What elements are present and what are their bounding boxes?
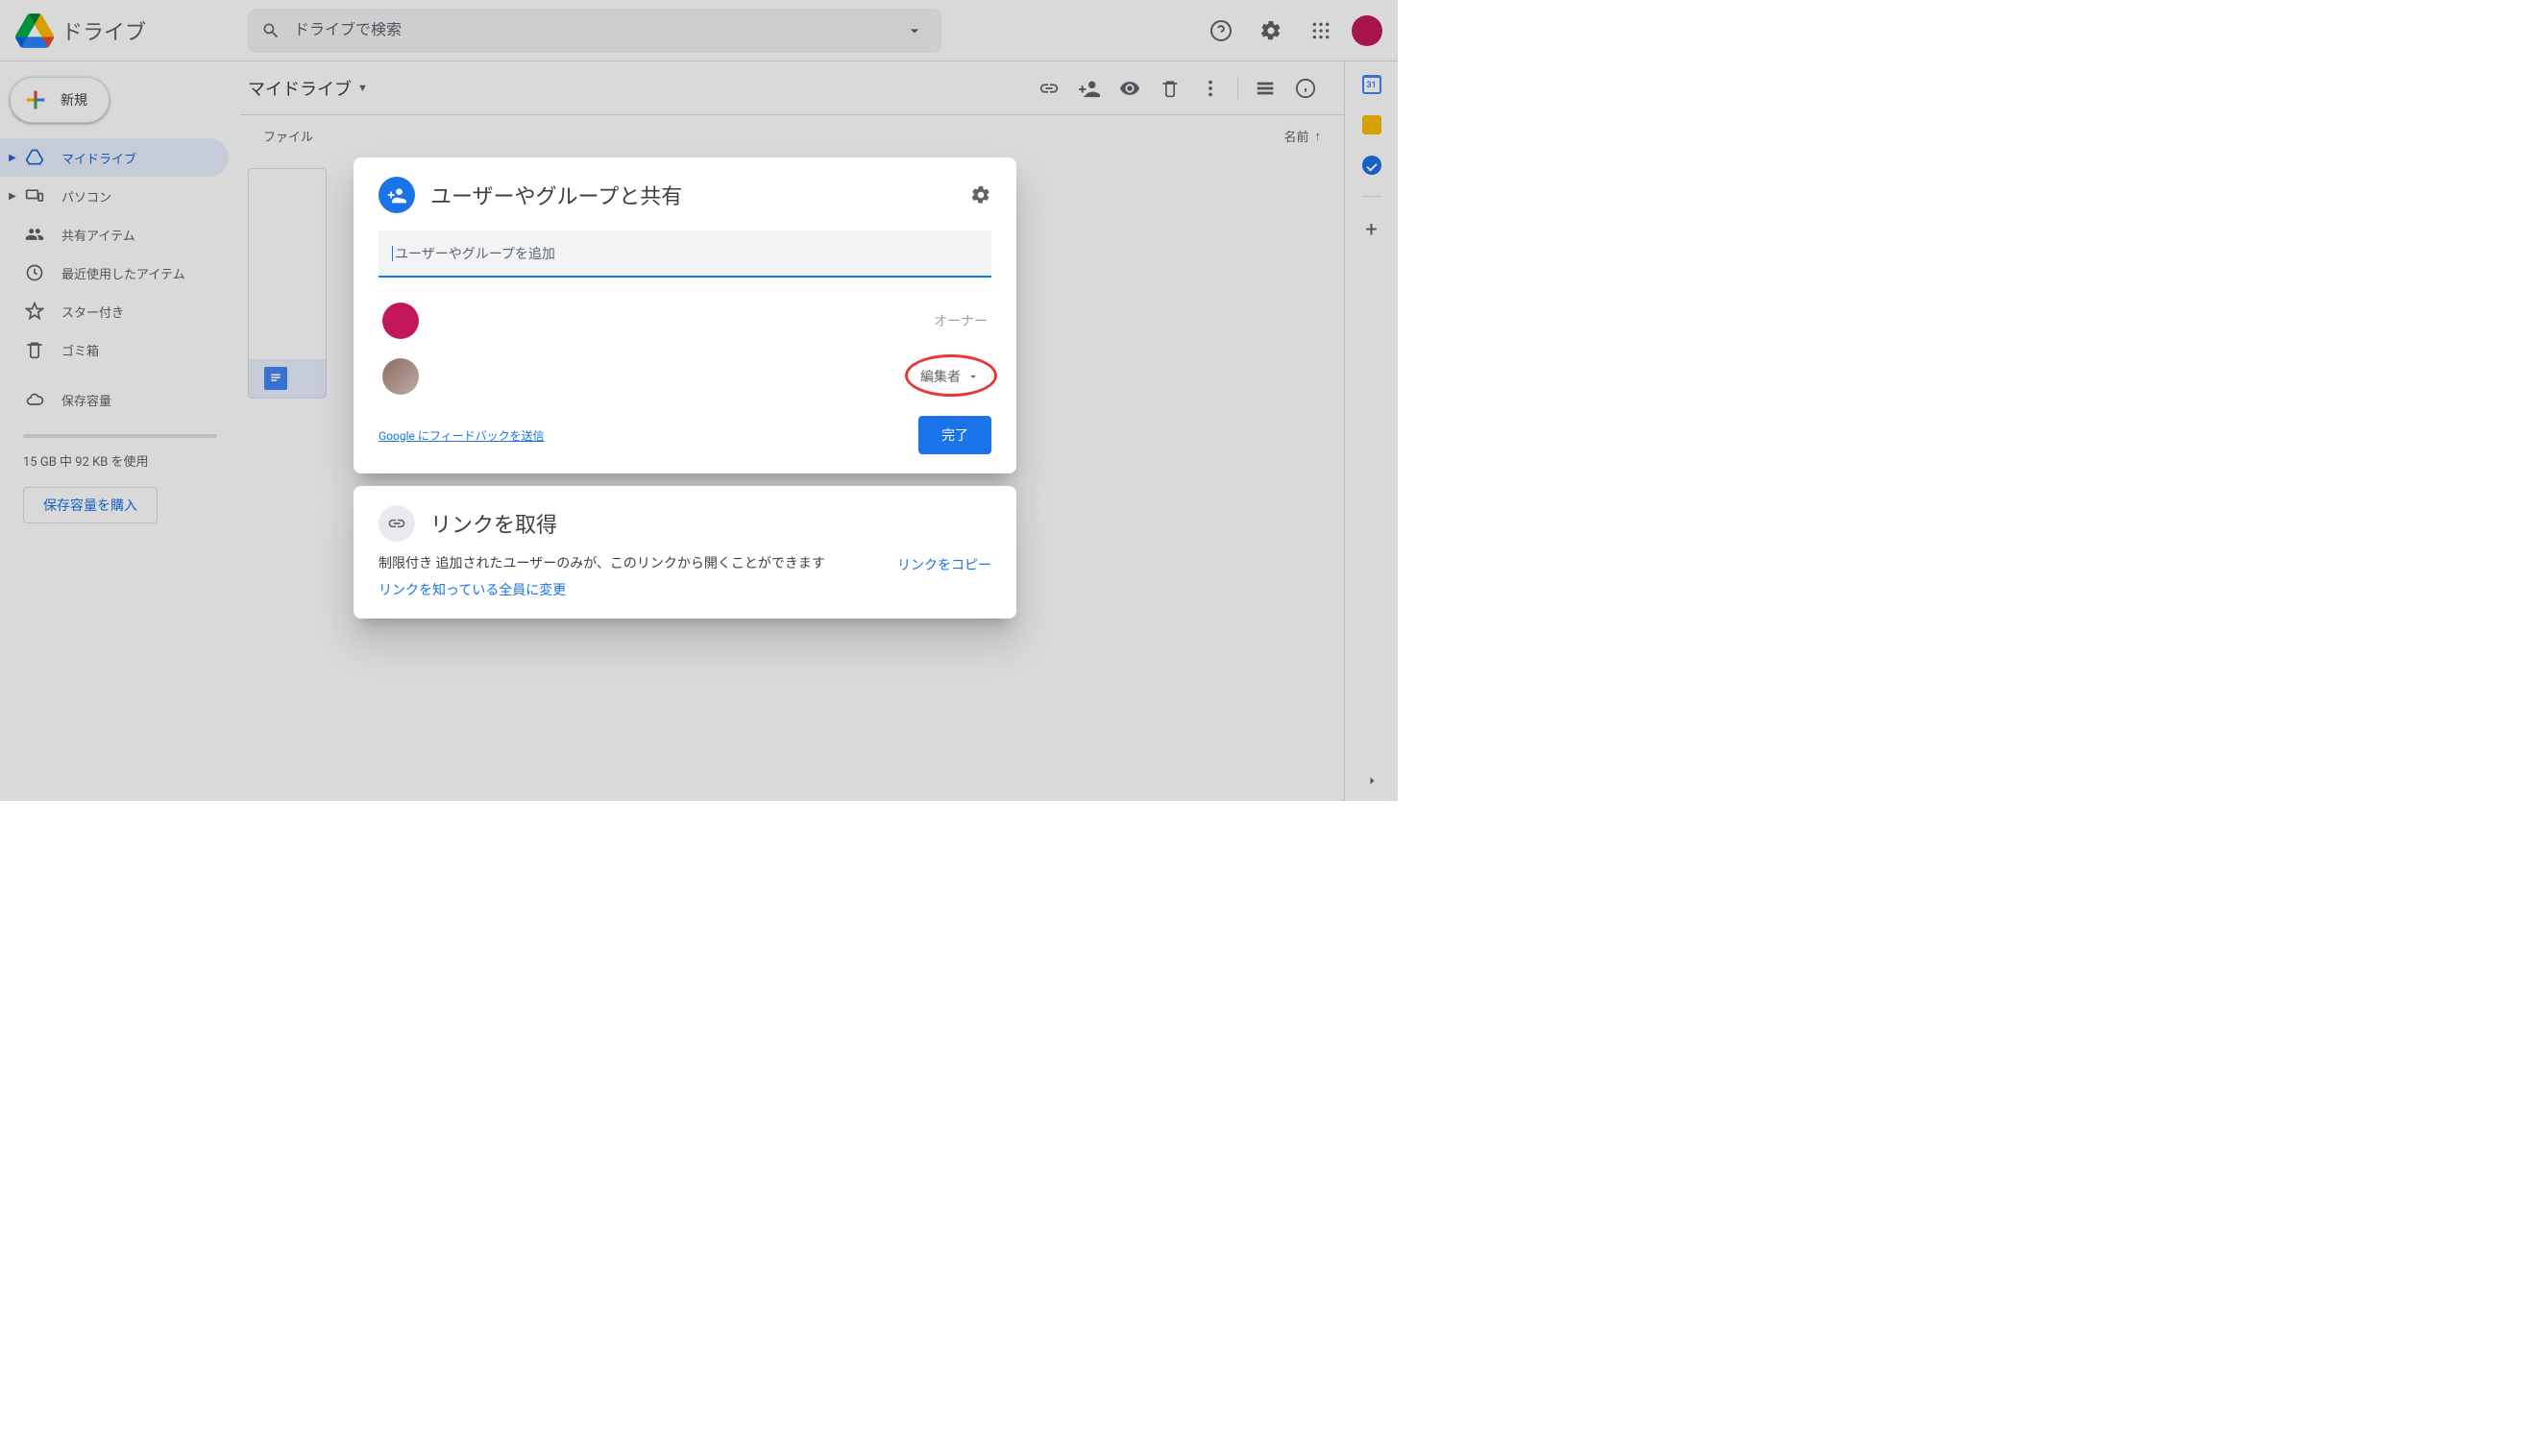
share-icon[interactable] [1070,69,1109,108]
chevron-down-icon [966,370,980,383]
get-link-title: リンクを取得 [430,508,991,539]
new-button-label: 新規 [61,90,87,109]
avatar [382,303,419,339]
sidebar-item-mydrive[interactable]: ▶ マイドライブ [0,138,229,177]
sidebar-item-recent[interactable]: 最近使用したアイテム [0,254,229,292]
sort-arrow-icon: ↑ [1315,129,1322,144]
share-settings-icon[interactable] [970,184,991,206]
share-dialog-title: ユーザーやグループと共有 [430,180,955,210]
view-list-icon[interactable] [1246,69,1284,108]
star-icon [23,300,46,323]
sidebar-item-storage[interactable]: 保存容量 [0,380,229,419]
app-name: ドライブ [61,15,146,46]
tasks-app-icon[interactable] [1362,156,1381,175]
clock-icon [23,261,46,284]
cloud-icon [23,388,46,411]
sidebar-item-trash[interactable]: ゴミ箱 [0,330,229,369]
drive-icon [23,146,46,169]
sidebar-item-shared[interactable]: 共有アイテム [0,215,229,254]
share-person-editor: 編集者 [379,349,991,404]
trash-icon [23,338,46,361]
avatar [382,358,419,395]
change-link-access[interactable]: リンクを知っている全員に変更 [379,583,566,598]
breadcrumb[interactable]: マイドライブ ▼ [248,76,368,101]
search-options-icon[interactable] [901,21,928,40]
chevron-down-icon: ▼ [357,82,368,94]
calendar-app-icon[interactable] [1362,75,1381,94]
get-link-icon[interactable] [1030,69,1068,108]
search-icon [261,21,281,40]
done-button[interactable]: 完了 [918,416,991,454]
new-button[interactable]: 新規 [10,77,110,123]
copy-link-button[interactable]: リンクをコピー [897,555,991,574]
share-person-owner: オーナー [379,293,991,349]
apps-icon[interactable] [1302,12,1340,50]
plus-icon [22,86,49,113]
storage-usage-text: 15 GB 中 92 KB を使用 [23,451,217,470]
account-avatar[interactable] [1352,15,1382,46]
settings-icon[interactable] [1252,12,1290,50]
docs-icon [264,367,287,390]
help-icon[interactable] [1202,12,1240,50]
link-restriction-text: 制限付き 追加されたユーザーのみが、このリンクから開くことができます [379,553,878,574]
chevron-right-icon: ▶ [6,153,19,163]
role-dropdown[interactable]: 編集者 [913,363,988,390]
search-bar[interactable] [248,9,941,53]
person-add-icon [379,177,415,213]
link-icon [379,505,415,542]
buy-storage-button[interactable]: 保存容量を購入 [23,487,158,523]
add-people-input-wrap[interactable] [379,231,991,278]
sidebar-item-starred[interactable]: スター付き [0,292,229,330]
feedback-link[interactable]: Google にフィードバックを送信 [379,427,545,444]
storage-bar [23,434,217,438]
info-icon[interactable] [1286,69,1325,108]
keep-app-icon[interactable] [1362,115,1381,134]
preview-icon[interactable] [1111,69,1149,108]
column-file: ファイル [263,127,1283,145]
share-dialog: ユーザーやグループと共有 オーナー 編集者 Google にフィードバックを送信… [354,158,1016,473]
sidebar-item-computers[interactable]: ▶ パソコン [0,177,229,215]
owner-role-label: オーナー [934,311,988,330]
collapse-rail-icon[interactable] [1363,772,1380,789]
column-name[interactable]: 名前 ↑ [1283,127,1321,145]
devices-icon [23,184,46,207]
search-input[interactable] [294,22,901,39]
delete-icon[interactable] [1151,69,1189,108]
add-people-input[interactable] [392,246,978,261]
chevron-right-icon: ▶ [6,191,19,202]
more-icon[interactable] [1191,69,1230,108]
add-app-icon[interactable]: + [1365,218,1377,242]
get-link-dialog: リンクを取得 制限付き 追加されたユーザーのみが、このリンクから開くことができま… [354,486,1016,619]
people-icon [23,223,46,246]
file-tile-selected[interactable] [249,359,326,398]
drive-logo-icon [15,12,54,50]
